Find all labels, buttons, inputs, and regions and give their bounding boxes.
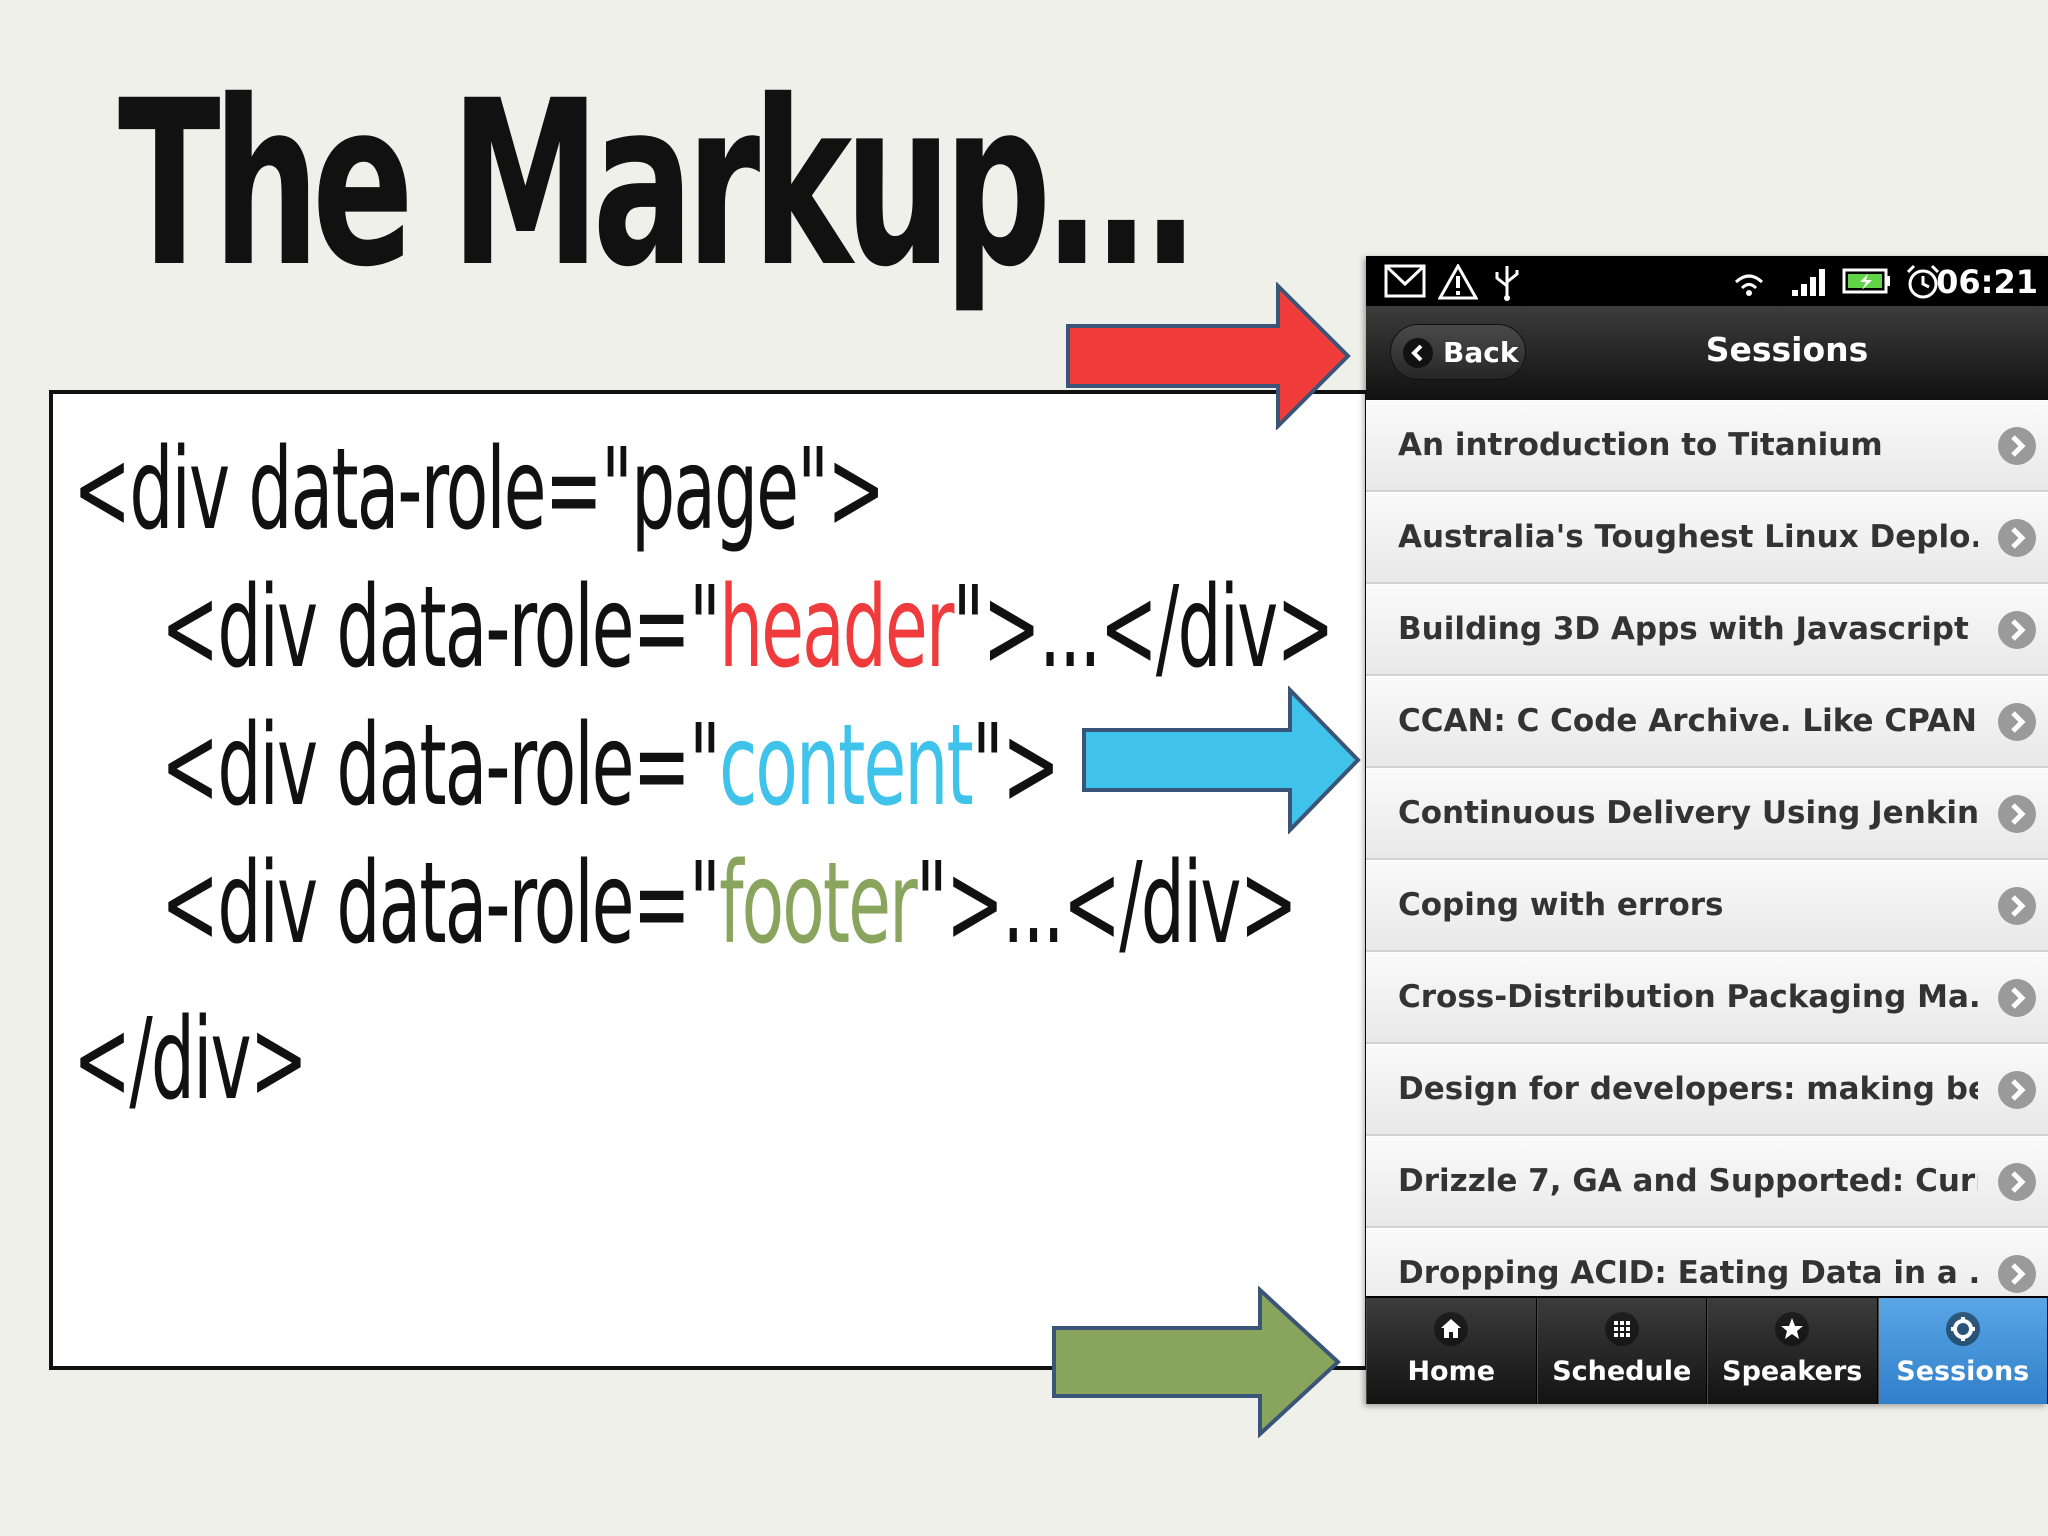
content-keyword: content xyxy=(719,701,974,831)
list-item[interactable]: Design for developers: making be... xyxy=(1366,1044,2048,1136)
status-time: 06:21 xyxy=(1936,263,2038,301)
chevron-right-icon xyxy=(1998,795,2036,833)
list-item[interactable]: Continuous Delivery Using Jenkins xyxy=(1366,768,2048,860)
wifi-icon xyxy=(1734,274,1764,296)
code-line-page-close: </div> xyxy=(73,995,308,1125)
chevron-right-icon xyxy=(1998,427,2036,465)
tab-label: Speakers xyxy=(1722,1356,1863,1387)
tab-label: Home xyxy=(1407,1356,1496,1387)
code-line-header: <div data-role="header">...</div> xyxy=(161,572,1335,684)
session-title: An introduction to Titanium xyxy=(1398,427,1883,463)
code-text: "> xyxy=(971,701,1060,831)
session-title: Australia's Toughest Linux Deplo... xyxy=(1398,519,1978,555)
gmail-icon xyxy=(1384,264,1426,298)
home-icon xyxy=(1434,1312,1469,1346)
session-title: Drizzle 7, GA and Supported: Curr... xyxy=(1398,1163,1978,1199)
chevron-right-icon xyxy=(1998,1071,2036,1109)
tab-sessions[interactable]: Sessions xyxy=(1877,1298,2048,1404)
battery-icon xyxy=(1842,268,1890,294)
chevron-right-icon xyxy=(1998,703,2036,741)
footer-keyword: footer xyxy=(719,839,918,969)
code-text: ">...</div> xyxy=(915,839,1298,969)
list-item[interactable]: Coping with errors xyxy=(1366,860,2048,952)
session-title: CCAN: C Code Archive. Like CPAN... xyxy=(1398,703,1978,739)
code-line-content: <div data-role="content"> xyxy=(161,710,1060,822)
blue-arrow-icon xyxy=(1082,686,1361,834)
chevron-right-icon xyxy=(1998,519,2036,557)
header-keyword: header xyxy=(719,563,954,693)
chevron-right-icon xyxy=(1998,1255,2036,1293)
session-title: Design for developers: making be... xyxy=(1398,1071,1978,1107)
chevron-right-icon xyxy=(1998,887,2036,925)
code-line-footer: <div data-role="footer">...</div> xyxy=(161,848,1298,960)
tab-speakers[interactable]: Speakers xyxy=(1707,1298,1878,1404)
code-text: <div data-role=" xyxy=(161,839,721,969)
red-arrow-icon xyxy=(1066,282,1351,430)
session-title: Continuous Delivery Using Jenkins xyxy=(1398,795,1978,831)
warning-icon xyxy=(1438,264,1478,300)
list-item[interactable]: Drizzle 7, GA and Supported: Curr... xyxy=(1366,1136,2048,1228)
chevron-right-icon xyxy=(1998,979,2036,1017)
app-header: Back Sessions xyxy=(1366,306,2048,402)
usb-icon xyxy=(1495,266,1519,301)
code-text: ">...</div> xyxy=(952,563,1335,693)
slide-title: The Markup... xyxy=(118,51,1199,317)
tab-label: Sessions xyxy=(1896,1356,2030,1387)
code-box: <div data-role="page"> <div data-role="h… xyxy=(49,390,1369,1370)
phone-screenshot: 06:21 Back Sessions An introduction to T… xyxy=(1366,256,2048,1404)
list-item[interactable]: An introduction to Titanium xyxy=(1366,400,2048,492)
signal-icon xyxy=(1792,269,1825,296)
code-line-page-open: <div data-role="page"> xyxy=(73,425,885,555)
chevron-right-icon xyxy=(1998,1163,2036,1201)
list-item[interactable]: Australia's Toughest Linux Deplo... xyxy=(1366,492,2048,584)
sessions-list: An introduction to Titanium Australia's … xyxy=(1366,400,2048,1320)
list-item[interactable]: Cross-Distribution Packaging Ma... xyxy=(1366,952,2048,1044)
status-bar: 06:21 xyxy=(1366,256,2048,306)
grid-icon xyxy=(1604,1312,1639,1346)
list-item[interactable]: CCAN: C Code Archive. Like CPAN... xyxy=(1366,676,2048,768)
app-footer-navbar: Home Schedule Speakers Sessions xyxy=(1366,1296,2048,1404)
page-title: Sessions xyxy=(1705,330,1869,369)
session-title: Building 3D Apps with Javascript xyxy=(1398,611,1969,647)
tab-schedule[interactable]: Schedule xyxy=(1536,1298,1707,1404)
gear-icon xyxy=(1945,1312,1980,1346)
tab-label: Schedule xyxy=(1552,1356,1692,1387)
list-item[interactable]: Building 3D Apps with Javascript xyxy=(1366,584,2048,676)
green-arrow-icon xyxy=(1052,1286,1341,1438)
chevron-right-icon xyxy=(1998,611,2036,649)
tab-home[interactable]: Home xyxy=(1366,1298,1537,1404)
star-icon xyxy=(1775,1312,1810,1346)
code-text: <div data-role=" xyxy=(161,701,721,831)
session-title: Dropping ACID: Eating Data in a ... xyxy=(1398,1255,1978,1291)
session-title: Cross-Distribution Packaging Ma... xyxy=(1398,979,1978,1015)
session-title: Coping with errors xyxy=(1398,887,1724,923)
code-text: <div data-role=" xyxy=(161,563,721,693)
